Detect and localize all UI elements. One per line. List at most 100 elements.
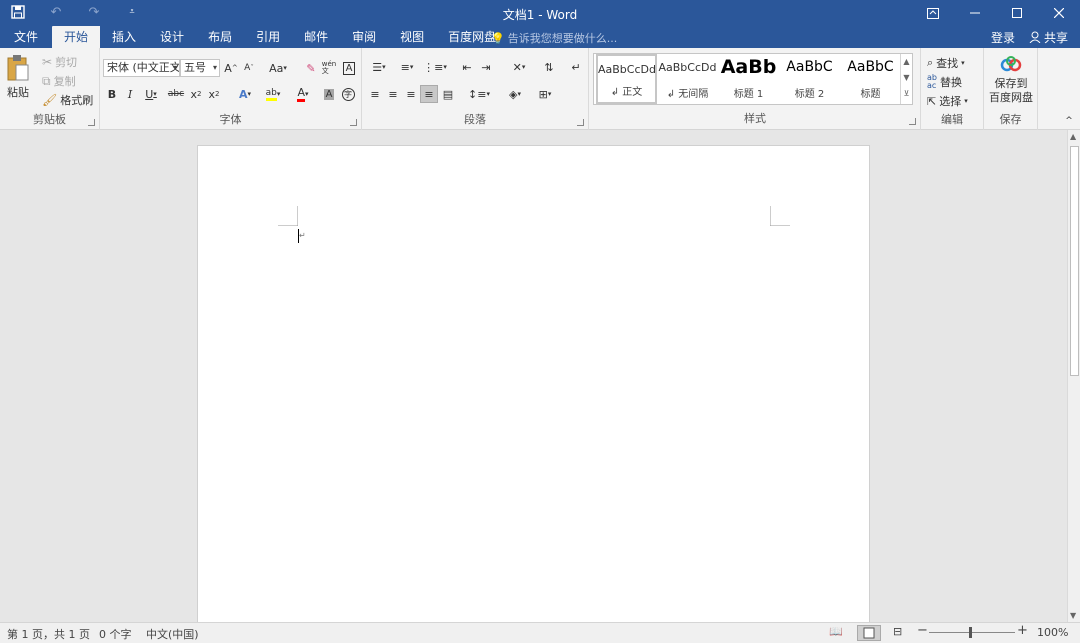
scroll-down-icon[interactable]: ▼ — [1070, 611, 1076, 620]
collapse-ribbon-icon[interactable]: ^ — [1060, 112, 1078, 130]
chevron-down-icon: ▾ — [172, 63, 177, 72]
editing-group: ⌕ 查找 ▾ ab ac 替换 ⇱ 选择 ▾ 编辑 — [921, 48, 984, 130]
maximize-icon[interactable] — [996, 0, 1038, 26]
zoom-thumb[interactable] — [969, 627, 972, 638]
style-heading-2[interactable]: AaBbC 标题 2 — [779, 54, 840, 104]
format-painter-button[interactable]: 🖌 格式刷 — [42, 92, 93, 108]
underline-icon[interactable]: U ▾ — [139, 85, 163, 103]
clipboard-launcher-icon[interactable] — [88, 119, 95, 126]
ribbon-tab-bar: 文件 开始 插入 设计 布局 引用 邮件 审阅 视图 百度网盘 💡 告诉我您想要… — [0, 26, 1080, 48]
vertical-scrollbar[interactable]: ▲ ▼ — [1067, 130, 1080, 622]
chevron-down-icon: ▾ — [212, 63, 217, 72]
web-layout-icon[interactable]: ⊟ — [893, 625, 907, 638]
paragraph-mark-icon: ↵ — [299, 231, 306, 240]
status-bar: 第 1 页，共 1 页 0 个字 中文(中国) 📖 ⊟ − + 100% — [0, 622, 1080, 643]
styles-scroll[interactable]: ▲ ▼ ⊻ — [900, 54, 912, 104]
subscript-icon[interactable]: x2 — [187, 85, 205, 103]
cut-button[interactable]: ✂ 剪切 — [42, 54, 77, 70]
font-family-select[interactable]: 宋体 (中文正文) ▾ — [103, 59, 180, 77]
shading-icon[interactable]: ◈ ▾ — [502, 85, 528, 103]
tab-references[interactable]: 引用 — [244, 26, 292, 48]
zoom-out-icon[interactable]: − — [917, 623, 928, 638]
tell-me-search[interactable]: 💡 告诉我您想要做什么... — [491, 30, 617, 46]
change-case-button[interactable]: Aa ▾ — [265, 59, 291, 77]
print-layout-icon[interactable] — [857, 625, 881, 641]
tab-layout[interactable]: 布局 — [196, 26, 244, 48]
align-center-icon[interactable]: ≡ — [384, 85, 402, 103]
shrink-font-icon[interactable]: Aˇ — [240, 59, 258, 77]
minimize-icon[interactable] — [954, 0, 996, 26]
font-color-icon[interactable]: A ▾ — [290, 85, 316, 103]
find-button[interactable]: ⌕ 查找 ▾ — [927, 55, 965, 71]
replace-button[interactable]: ab ac 替换 — [927, 74, 962, 90]
chinese-layout-icon[interactable]: ✕ ▾ — [506, 58, 532, 76]
margin-mark-top-right — [770, 206, 790, 226]
styles-launcher-icon[interactable] — [909, 118, 916, 125]
numbering-icon[interactable]: ≡ ▾ — [394, 58, 420, 76]
bold-icon[interactable]: B — [103, 85, 121, 103]
styles-more-icon[interactable]: ⊻ — [901, 86, 912, 102]
share-button[interactable]: 共享 — [1029, 29, 1068, 46]
page-count[interactable]: 第 1 页，共 1 页 — [7, 626, 90, 642]
italic-icon[interactable]: I — [121, 85, 139, 103]
scroll-thumb[interactable] — [1070, 146, 1079, 376]
highlight-color-icon[interactable]: ab ▾ — [260, 85, 286, 103]
paragraph-launcher-icon[interactable] — [577, 119, 584, 126]
strikethrough-icon[interactable]: abc — [167, 85, 185, 103]
superscript-icon[interactable]: x2 — [205, 85, 223, 103]
style-title[interactable]: AaBbC 标题 — [840, 54, 901, 104]
font-size-select[interactable]: 五号 ▾ — [180, 59, 220, 77]
scroll-up-icon[interactable]: ▲ — [901, 54, 912, 70]
language-indicator[interactable]: 中文(中国) — [146, 626, 199, 642]
style-no-spacing[interactable]: AaBbCcDd ↲ 无间隔 — [657, 54, 718, 104]
enclose-characters-icon[interactable]: 字 — [339, 85, 357, 103]
font-group-label: 字体 — [219, 113, 242, 126]
clipboard-icon — [7, 55, 29, 81]
select-button[interactable]: ⇱ 选择 ▾ — [927, 93, 968, 109]
copy-button[interactable]: ⧉ 复制 — [42, 73, 76, 89]
close-icon[interactable] — [1038, 0, 1080, 26]
tab-insert[interactable]: 插入 — [100, 26, 148, 48]
font-launcher-icon[interactable] — [350, 119, 357, 126]
ribbon-display-options-icon[interactable] — [912, 0, 954, 26]
document-page[interactable]: ↵ — [197, 145, 870, 625]
line-spacing-icon[interactable]: ↕≡ ▾ — [466, 85, 492, 103]
paste-button[interactable]: 粘贴 — [6, 54, 30, 100]
tab-home[interactable]: 开始 — [52, 26, 101, 48]
tab-review[interactable]: 审阅 — [340, 26, 388, 48]
decrease-indent-icon[interactable]: ⇤ — [458, 58, 476, 76]
phonetic-guide-icon[interactable]: wén 文 — [320, 59, 338, 77]
scroll-down-icon[interactable]: ▼ — [901, 70, 912, 86]
login-link[interactable]: 登录 — [991, 29, 1015, 46]
align-right-icon[interactable]: ≡ — [402, 85, 420, 103]
baidu-netdisk-icon — [1000, 56, 1022, 72]
format-painter-label: 格式刷 — [60, 94, 94, 107]
word-count[interactable]: 0 个字 — [99, 626, 132, 642]
multilevel-list-icon[interactable]: ⋮≡ ▾ — [422, 58, 448, 76]
show-marks-icon[interactable]: ↵ — [567, 58, 585, 76]
bullets-icon[interactable]: ☰ ▾ — [366, 58, 392, 76]
borders-icon[interactable]: ⊞ ▾ — [532, 85, 558, 103]
distributed-icon[interactable]: ▤ — [439, 85, 457, 103]
scroll-up-icon[interactable]: ▲ — [1070, 132, 1076, 141]
tab-view[interactable]: 视图 — [388, 26, 436, 48]
zoom-slider[interactable]: − + — [917, 623, 1028, 639]
grow-font-icon[interactable]: A ^ — [222, 59, 240, 77]
tab-design[interactable]: 设计 — [148, 26, 196, 48]
justify-icon[interactable]: ≡ — [420, 85, 438, 103]
zoom-level[interactable]: 100% — [1037, 626, 1068, 639]
style-normal[interactable]: AaBbCcDd ↲ 正文 — [596, 54, 657, 104]
text-effects-icon[interactable]: A ▾ — [233, 85, 257, 103]
increase-indent-icon[interactable]: ⇥ — [477, 58, 495, 76]
tab-mailings[interactable]: 邮件 — [292, 26, 340, 48]
sort-icon[interactable]: ⇅ — [540, 58, 558, 76]
align-left-icon[interactable]: ≡ — [366, 85, 384, 103]
zoom-in-icon[interactable]: + — [1017, 623, 1028, 638]
tab-file[interactable]: 文件 — [0, 26, 52, 48]
clear-formatting-icon[interactable]: ✎ — [302, 59, 320, 77]
character-shading-icon[interactable]: A — [320, 85, 338, 103]
character-border-icon[interactable]: A — [340, 59, 358, 77]
save-to-baidu-button[interactable]: 保存到 百度网盘 — [988, 56, 1034, 105]
style-heading-1[interactable]: AaBb 标题 1 — [718, 54, 779, 104]
read-mode-icon[interactable]: 📖 — [829, 625, 843, 638]
